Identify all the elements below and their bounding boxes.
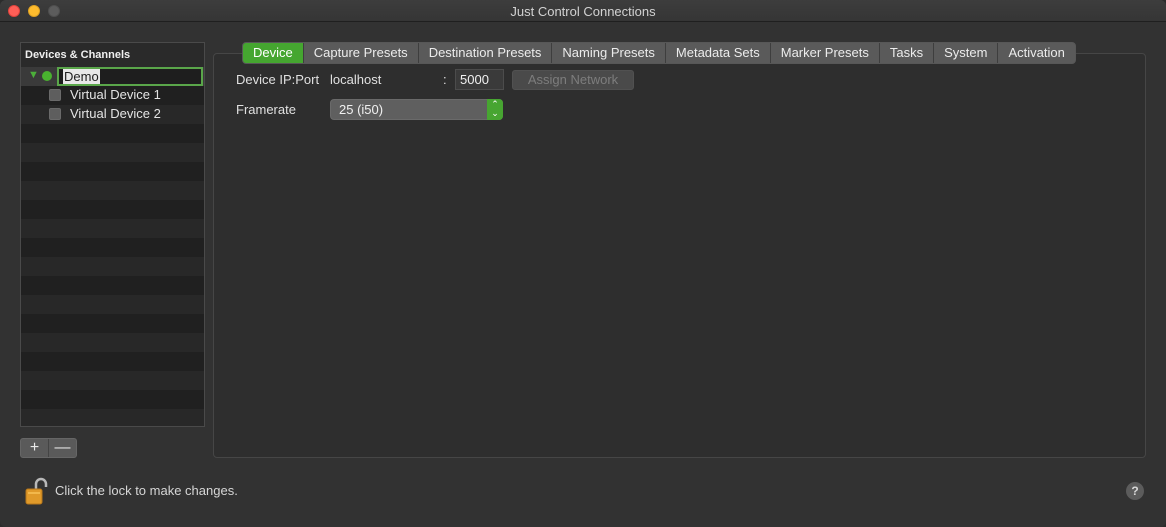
- tab-bar: Device Capture Presets Destination Prese…: [242, 42, 1076, 64]
- tab-activation[interactable]: Activation: [998, 43, 1075, 63]
- device-name-field[interactable]: Demo: [57, 67, 203, 86]
- tab-destination-presets[interactable]: Destination Presets: [418, 43, 553, 63]
- add-remove-control: + —: [20, 438, 77, 458]
- port-field[interactable]: 5000: [455, 69, 504, 90]
- device-row-demo[interactable]: ▼ Demo: [21, 67, 204, 86]
- window-title: Just Control Connections: [510, 4, 656, 19]
- device-ip-port-label: Device IP:Port: [236, 72, 320, 87]
- tab-system[interactable]: System: [934, 43, 999, 63]
- channel-row-virtual-device-2[interactable]: Virtual Device 2: [21, 105, 204, 124]
- channel-label: Virtual Device 1: [70, 87, 161, 102]
- device-name-text: Demo: [63, 69, 100, 84]
- status-dot-icon: [42, 71, 52, 81]
- remove-device-button[interactable]: —: [49, 439, 76, 457]
- tab-tasks[interactable]: Tasks: [879, 43, 935, 63]
- add-device-button[interactable]: +: [21, 439, 48, 457]
- tab-naming-presets[interactable]: Naming Presets: [552, 43, 666, 63]
- sidebar-header: Devices & Channels: [21, 43, 204, 67]
- assign-network-button[interactable]: Assign Network: [512, 70, 634, 90]
- lock-icon[interactable]: [24, 476, 50, 506]
- tab-device[interactable]: Device: [243, 43, 304, 63]
- device-rows: ▼ Demo Virtual Device 1 Virtual Device 2: [21, 67, 204, 426]
- framerate-value: 25 (i50): [339, 102, 384, 117]
- channel-row-virtual-device-1[interactable]: Virtual Device 1: [21, 86, 204, 105]
- device-ip-value[interactable]: localhost: [330, 72, 381, 87]
- devices-channels-list: Devices & Channels ▼ Demo Virtual Device…: [20, 42, 205, 427]
- app-window: Just Control Connections Devices & Chann…: [0, 0, 1166, 527]
- tab-capture-presets[interactable]: Capture Presets: [303, 43, 419, 63]
- title-bar[interactable]: Just Control Connections: [0, 0, 1166, 22]
- help-button[interactable]: ?: [1126, 482, 1144, 500]
- framerate-label: Framerate: [236, 102, 296, 117]
- lock-hint-text: Click the lock to make changes.: [55, 483, 238, 498]
- channel-checkbox[interactable]: [49, 108, 61, 120]
- chevron-up-down-icon: ⌃ ⌄: [487, 99, 503, 120]
- channel-checkbox[interactable]: [49, 89, 61, 101]
- port-separator: :: [443, 72, 447, 87]
- disclosure-triangle-icon[interactable]: ▼: [28, 69, 39, 81]
- framerate-select[interactable]: 25 (i50) ⌃ ⌄: [330, 99, 503, 120]
- channel-label: Virtual Device 2: [70, 106, 161, 121]
- tab-marker-presets[interactable]: Marker Presets: [770, 43, 880, 63]
- tab-metadata-sets[interactable]: Metadata Sets: [665, 43, 771, 63]
